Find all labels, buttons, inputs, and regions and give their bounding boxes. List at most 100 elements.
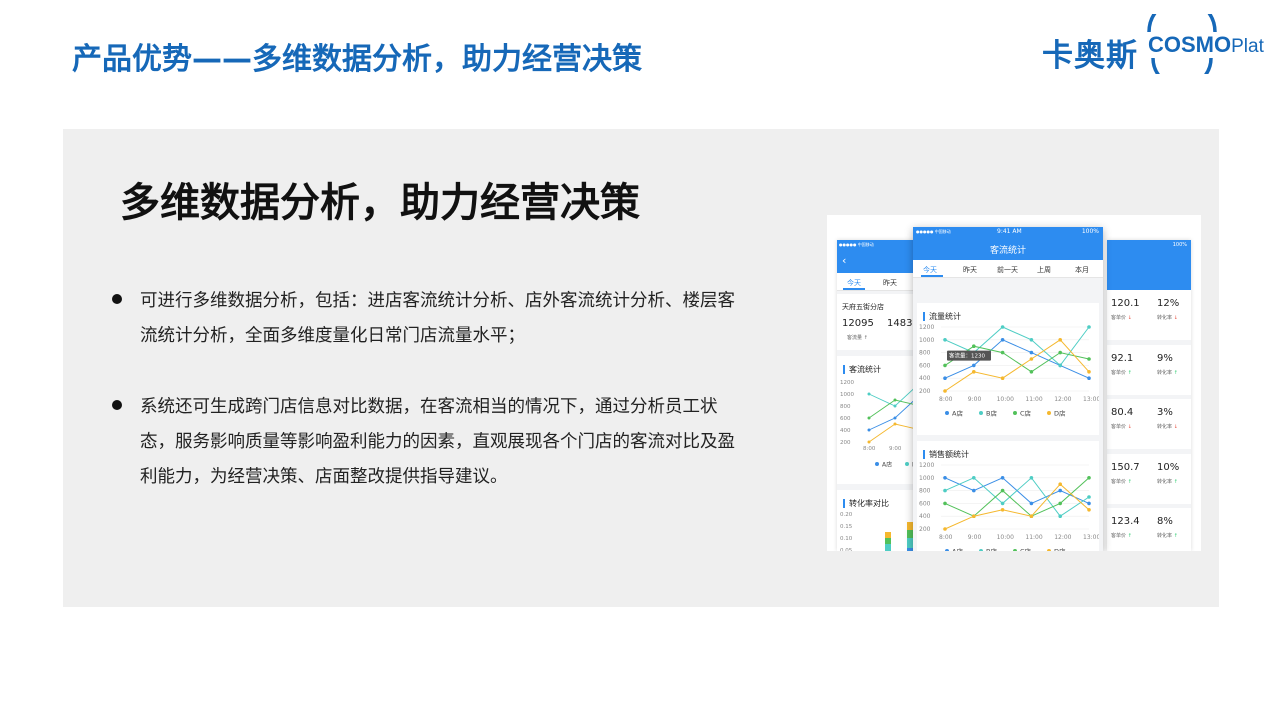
data-point[interactable] — [943, 501, 947, 506]
y-tick-label: 200 — [919, 526, 931, 533]
x-tick-label: 11:00 — [1025, 396, 1042, 403]
tab-day-before[interactable]: 前一天 — [997, 265, 1018, 275]
data-point[interactable] — [1058, 501, 1062, 506]
legend-marker — [1013, 549, 1017, 551]
y-tick-label: 1200 — [919, 324, 934, 331]
data-point[interactable] — [1000, 376, 1005, 380]
legend-label: D店 — [1054, 409, 1066, 418]
price-rate-row: 80.4 3% 客单价 ↓ 转化率 ↓ — [1107, 399, 1191, 449]
conversion-rate-label: 转化率 ↑ — [1157, 369, 1178, 376]
data-point[interactable] — [1000, 338, 1005, 342]
conversion-rate-value: 3% — [1157, 407, 1173, 418]
data-point[interactable] — [1029, 350, 1034, 355]
data-point — [867, 416, 871, 420]
data-point[interactable] — [1000, 501, 1005, 506]
data-point[interactable] — [1087, 508, 1091, 512]
conversion-rate-value: 9% — [1157, 352, 1173, 364]
data-point — [893, 422, 897, 426]
data-point[interactable] — [943, 476, 947, 480]
data-point[interactable] — [1058, 514, 1062, 518]
bullet-text: 可进行多维数据分析，包括：进店客流统计分析、店外客流统计分析、楼层客流统计分析，… — [140, 291, 735, 346]
y-tick-label: 0.10 — [840, 536, 853, 542]
data-point[interactable] — [943, 363, 947, 368]
data-point[interactable] — [1087, 370, 1091, 374]
data-point[interactable] — [1087, 376, 1091, 380]
y-tick-label: 600 — [919, 500, 931, 507]
data-point[interactable] — [972, 363, 976, 368]
data-point[interactable] — [1029, 501, 1034, 506]
tab-underline — [921, 275, 943, 277]
legend-label: C店 — [1020, 547, 1032, 552]
data-point[interactable] — [1029, 338, 1034, 342]
data-point[interactable] — [943, 376, 947, 380]
y-tick-label: 1000 — [919, 337, 934, 344]
store-summary-card: 天府五街分店 12095 1483. 客流量 ↑ — [837, 294, 919, 350]
store-value-1: 12095 — [842, 318, 874, 329]
tab-yesterday[interactable]: 昨天 — [883, 278, 897, 288]
data-point[interactable] — [1058, 338, 1062, 342]
x-tick-label: 12:00 — [1054, 396, 1071, 403]
legend-label: A店 — [952, 409, 963, 418]
data-point — [893, 416, 897, 420]
data-point[interactable] — [943, 527, 947, 531]
data-point[interactable] — [1087, 476, 1091, 480]
data-point[interactable] — [943, 338, 947, 342]
tab-today[interactable]: 今天 — [923, 265, 937, 275]
data-point[interactable] — [1058, 350, 1062, 355]
tab-bar: 今天 昨天 前一天 上周 本月 — [913, 260, 1103, 278]
stacked-bar-segment — [885, 544, 891, 551]
card-title: 客流统计 — [843, 364, 881, 375]
data-point[interactable] — [1087, 357, 1091, 361]
data-point[interactable] — [1058, 363, 1062, 368]
left-mini-chart: 120010008006004002008:009:00A店B店 — [840, 380, 919, 469]
tab-this-month[interactable]: 本月 — [1075, 265, 1089, 275]
data-point[interactable] — [1000, 508, 1005, 512]
y-tick-label: 200 — [919, 388, 931, 395]
conversion-rate-label: 转化率 ↑ — [1157, 478, 1178, 485]
tab-underline — [843, 288, 865, 290]
store-value-2: 1483. — [887, 318, 916, 329]
data-point[interactable] — [972, 344, 976, 348]
unit-price-value: 120.1 — [1111, 298, 1140, 309]
legend-marker — [945, 411, 949, 415]
tab-today[interactable]: 今天 — [847, 278, 861, 288]
data-point[interactable] — [1058, 482, 1062, 486]
data-point[interactable] — [1029, 370, 1034, 374]
data-point[interactable] — [1087, 495, 1091, 499]
legend-marker — [1047, 411, 1051, 415]
unit-price-value: 80.4 — [1111, 407, 1134, 418]
data-point — [893, 404, 897, 408]
y-tick-label: 400 — [919, 513, 931, 520]
data-point[interactable] — [1029, 514, 1034, 518]
data-point[interactable] — [1000, 325, 1005, 329]
data-point[interactable] — [1029, 476, 1034, 480]
data-point[interactable] — [972, 476, 976, 480]
series-line — [944, 477, 1090, 517]
x-tick-label: 9:00 — [889, 446, 902, 452]
tab-last-week[interactable]: 上周 — [1037, 265, 1051, 275]
price-rate-row: 92.1 9% 客单价 ↑ 转化率 ↑ — [1107, 344, 1191, 395]
legend-label: A店 — [882, 461, 892, 469]
back-chevron-icon[interactable]: ‹ — [842, 254, 846, 267]
data-point[interactable] — [1058, 488, 1062, 493]
unit-price-label: 客单价 ↑ — [1111, 478, 1132, 485]
unit-price-label: 客单价 ↓ — [1111, 315, 1132, 321]
bullet-list: 可进行多维数据分析，包括：进店客流统计分析、店外客流统计分析、楼层客流统计分析，… — [110, 284, 750, 531]
data-point[interactable] — [972, 488, 976, 493]
data-point[interactable] — [943, 389, 947, 393]
data-point[interactable] — [1000, 350, 1005, 355]
price-rate-row: 120.1 12% 客单价 ↓ 转化率 ↓ — [1107, 290, 1191, 340]
conversion-bars: 0.20 0.15 0.10 0.05 — [840, 512, 913, 551]
data-point[interactable] — [1000, 488, 1005, 493]
tab-yesterday[interactable]: 昨天 — [963, 265, 977, 275]
data-point[interactable] — [943, 488, 947, 493]
data-point[interactable] — [1087, 501, 1091, 506]
legend-label: C店 — [1020, 409, 1032, 418]
data-point[interactable] — [972, 514, 976, 518]
tab-bar: 今天 昨天 — [837, 273, 919, 291]
data-point[interactable] — [1029, 357, 1034, 361]
unit-price-label: 客单价 ↓ — [1111, 424, 1132, 430]
data-point[interactable] — [1000, 476, 1005, 480]
data-point[interactable] — [972, 370, 976, 374]
data-point[interactable] — [1087, 325, 1091, 329]
